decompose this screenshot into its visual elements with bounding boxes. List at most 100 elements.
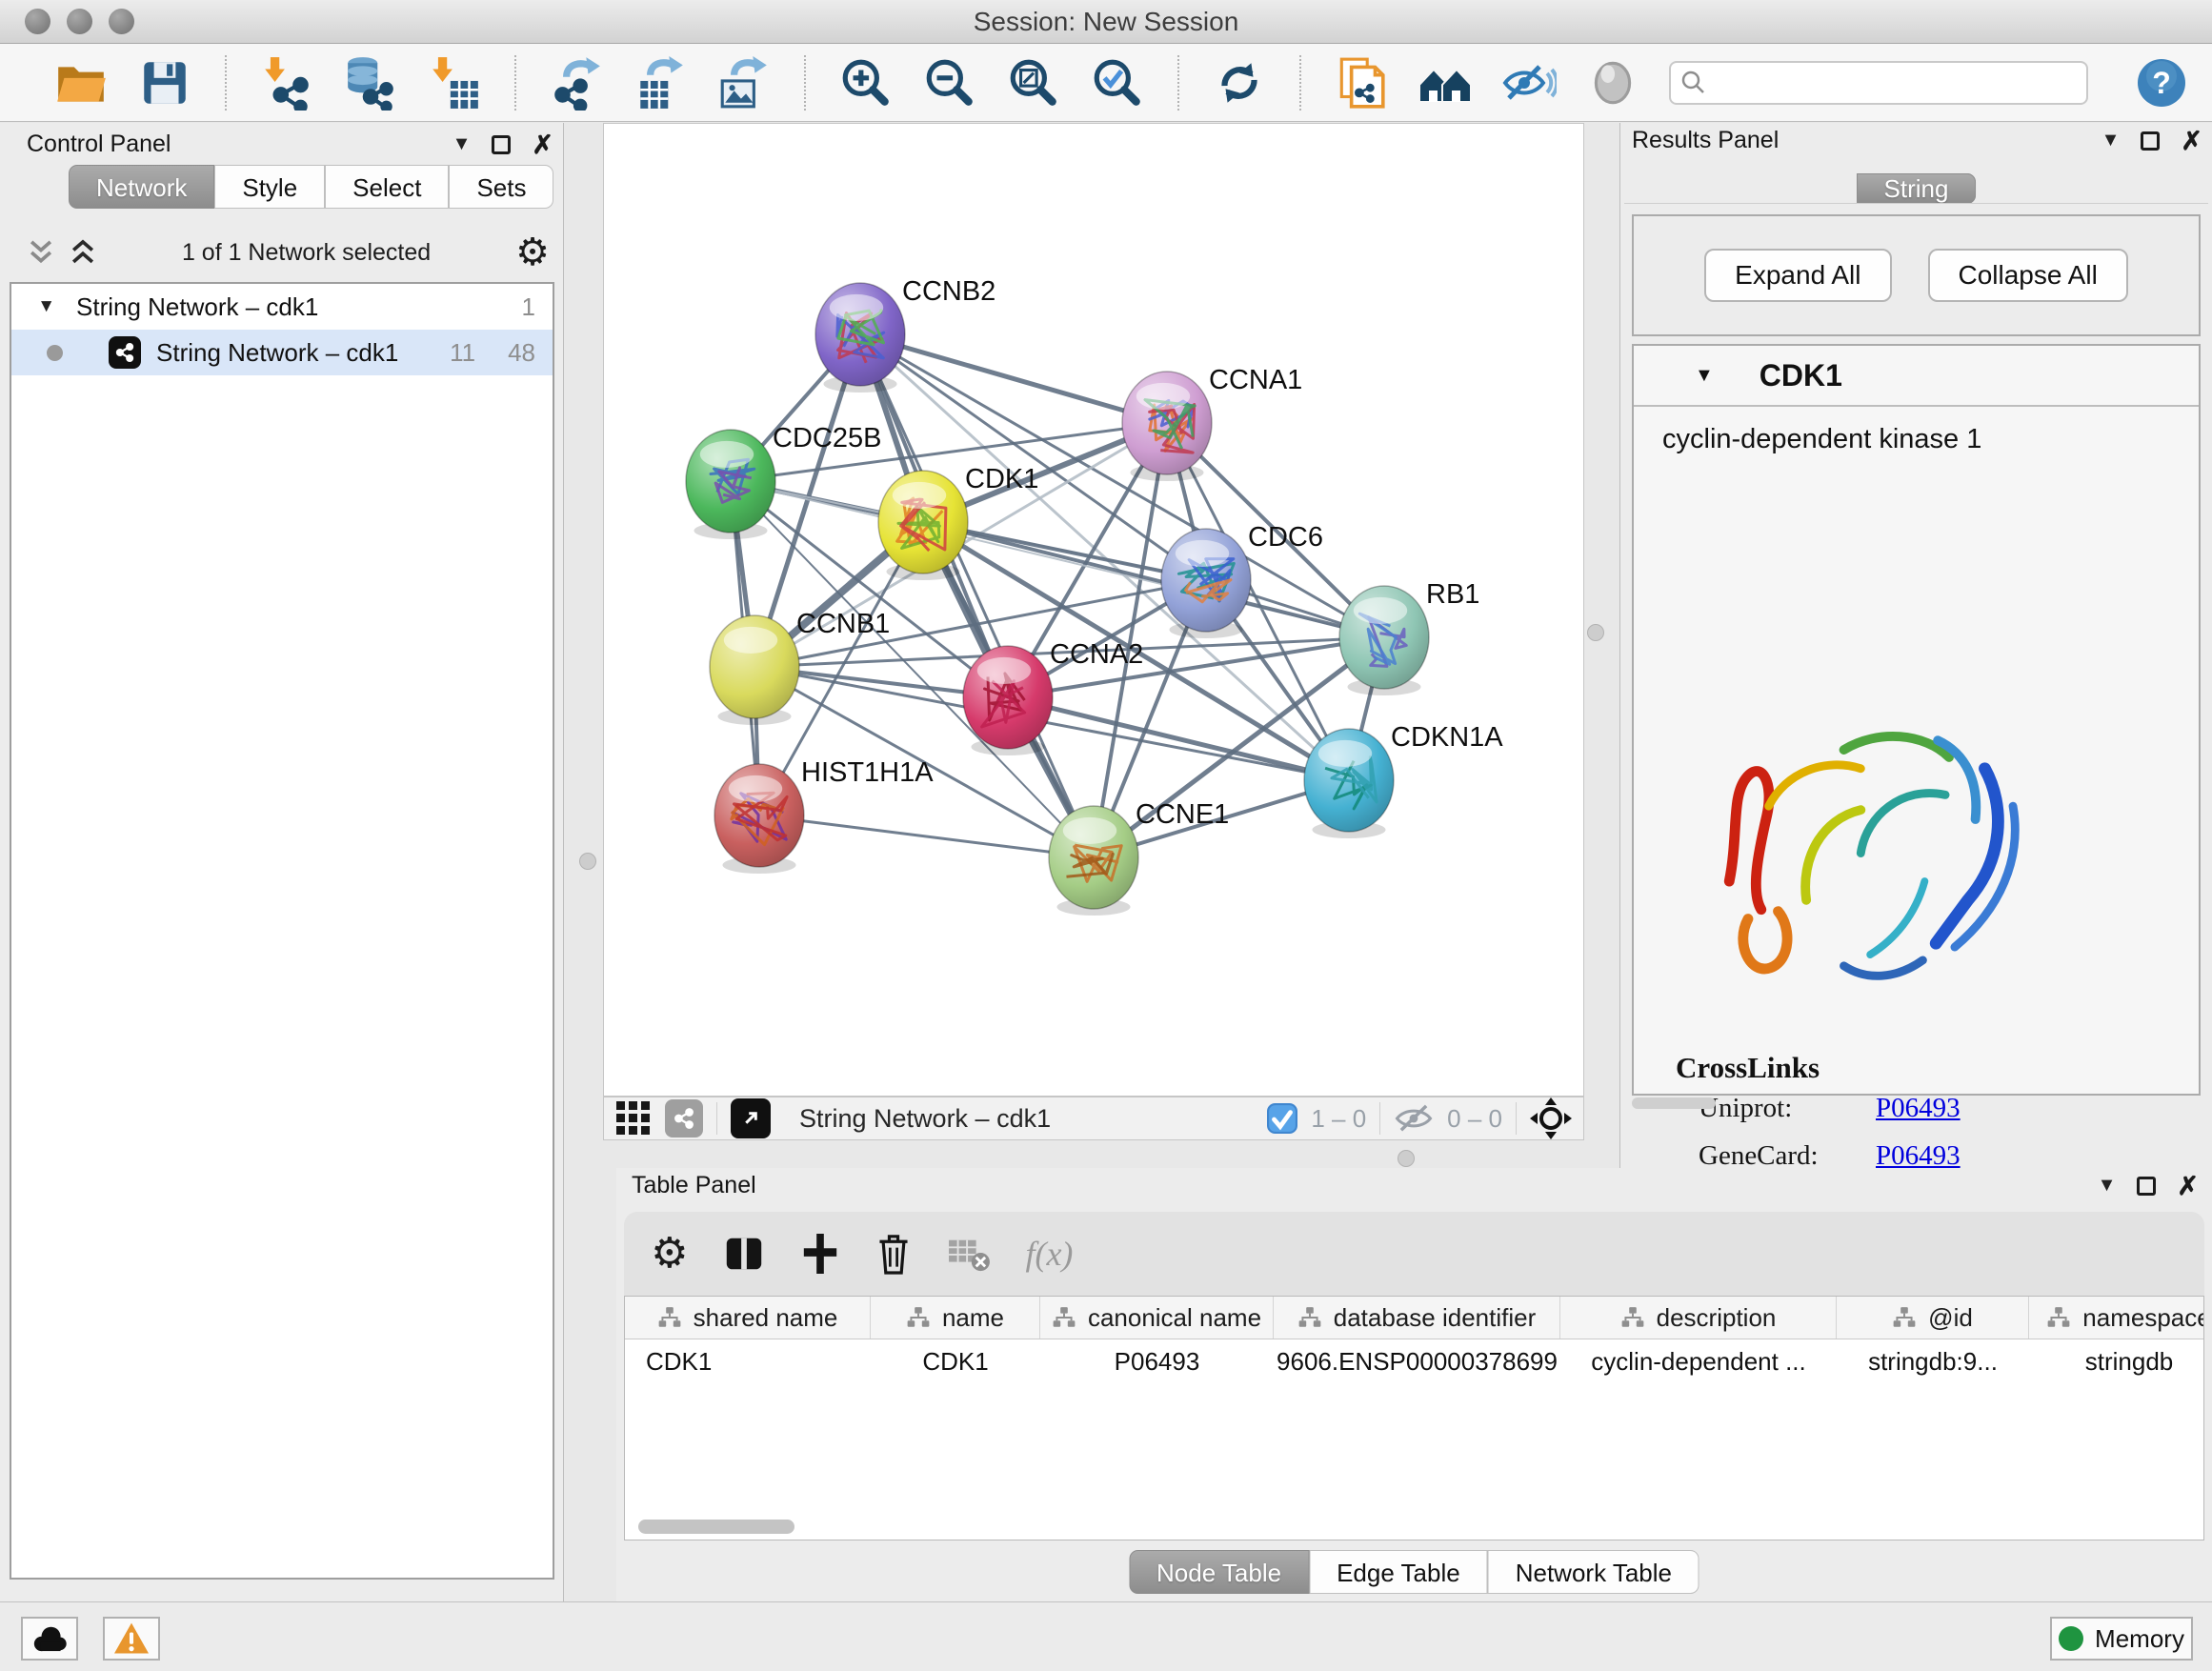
- tab-network-table[interactable]: Network Table: [1488, 1550, 1699, 1594]
- tab-select[interactable]: Select: [325, 165, 449, 209]
- network-canvas[interactable]: CCNB2CCNA1CDC25BCDK1CDC6RB1CCNB1CCNA2CDK…: [603, 123, 1584, 1097]
- node-RB1[interactable]: [1339, 586, 1429, 695]
- table-options-gear-icon[interactable]: ⚙: [651, 1235, 688, 1273]
- table-row[interactable]: CDK1CDK1P064939606.ENSP00000378699cyclin…: [625, 1339, 2203, 1383]
- import-network-from-file-button[interactable]: [259, 55, 314, 111]
- tab-sets[interactable]: Sets: [449, 165, 553, 209]
- table-cell[interactable]: P06493: [1040, 1339, 1274, 1383]
- column-header-namespace[interactable]: namespace: [2029, 1297, 2204, 1339]
- render-mode-button[interactable]: [1585, 55, 1640, 111]
- apply-preferred-layout-button[interactable]: [1212, 55, 1267, 111]
- bottom-splitter-handle[interactable]: [1398, 1150, 1415, 1167]
- left-splitter-handle[interactable]: [579, 853, 596, 870]
- node-CCNB2[interactable]: [815, 283, 905, 393]
- zoom-fit-content-button[interactable]: [1006, 55, 1061, 111]
- tab-node-table[interactable]: Node Table: [1129, 1550, 1309, 1594]
- node-CCNA1[interactable]: [1122, 372, 1212, 481]
- collapse-all-icon[interactable]: [27, 237, 55, 268]
- show-columns-icon[interactable]: [722, 1232, 766, 1276]
- column-header--id[interactable]: @id: [1837, 1297, 2029, 1339]
- delete-column-icon[interactable]: [875, 1231, 913, 1277]
- expand-all-button[interactable]: Expand All: [1704, 249, 1891, 302]
- results-scrollbar-thumb[interactable]: [1632, 1097, 1716, 1109]
- network-row-selected[interactable]: String Network – cdk1 11 48: [11, 330, 553, 375]
- export-table-button[interactable]: [633, 55, 688, 111]
- hidden-eye-icon[interactable]: [1394, 1103, 1434, 1134]
- cloud-status-button[interactable]: [21, 1617, 78, 1661]
- zoom-in-button[interactable]: [838, 55, 894, 111]
- network-collection-row[interactable]: ▼ String Network – cdk1 1: [11, 284, 553, 330]
- export-network-button[interactable]: [549, 55, 604, 111]
- string-view-icon[interactable]: [665, 1099, 703, 1137]
- main-toolbar: ?: [0, 44, 2212, 122]
- edge-HIST1H1A-CCNE1[interactable]: [759, 815, 1094, 857]
- node-CCNA2[interactable]: [963, 646, 1053, 755]
- open-session-button[interactable]: [53, 55, 109, 111]
- first-steps-guide-button[interactable]: [1334, 55, 1389, 111]
- column-header-description[interactable]: description: [1560, 1297, 1837, 1339]
- column-header-canonical-name[interactable]: canonical name: [1040, 1297, 1274, 1339]
- grid-view-icon[interactable]: [615, 1100, 652, 1137]
- zoom-out-button[interactable]: [922, 55, 977, 111]
- expand-all-icon[interactable]: [69, 237, 97, 268]
- detach-view-button[interactable]: [731, 1098, 771, 1138]
- column-header-name[interactable]: name: [871, 1297, 1040, 1339]
- table-cell[interactable]: stringdb: [2029, 1339, 2204, 1383]
- node-CCNB1[interactable]: [710, 615, 799, 725]
- entry-expand-icon[interactable]: ▼: [1695, 365, 1714, 387]
- node-CCNE1[interactable]: [1049, 806, 1138, 916]
- tab-style[interactable]: Style: [214, 165, 325, 209]
- tab-edge-table[interactable]: Edge Table: [1309, 1550, 1488, 1594]
- toolbar-search-field[interactable]: [1669, 61, 2088, 105]
- tab-network[interactable]: Network: [69, 165, 214, 209]
- birds-eye-view-icon[interactable]: [1530, 1097, 1572, 1139]
- float-panel-icon[interactable]: [2137, 1177, 2156, 1196]
- show-hide-graphics-details-button[interactable]: [1501, 55, 1557, 111]
- table-hscrollbar-thumb[interactable]: [638, 1520, 794, 1534]
- column-header-database-identifier[interactable]: database identifier: [1274, 1297, 1560, 1339]
- function-builder-icon[interactable]: f(x): [1025, 1234, 1073, 1274]
- node-HIST1H1A[interactable]: [714, 764, 804, 874]
- network-options-gear-icon[interactable]: ⚙: [515, 233, 550, 272]
- open-home-pages-button[interactable]: [1418, 55, 1473, 111]
- edge-CCNB2-CCNA1[interactable]: [860, 334, 1167, 423]
- collection-expand-icon[interactable]: ▼: [11, 296, 55, 317]
- search-input[interactable]: [1715, 67, 2077, 98]
- export-image-button[interactable]: [716, 55, 772, 111]
- table-cell[interactable]: CDK1: [625, 1339, 871, 1383]
- tab-string[interactable]: String: [1857, 173, 1977, 204]
- float-panel-icon[interactable]: [2141, 131, 2160, 151]
- table-cell[interactable]: cyclin-dependent ...: [1560, 1339, 1837, 1383]
- panel-menu-icon[interactable]: ▼: [2098, 1175, 2117, 1197]
- table-cell[interactable]: stringdb:9...: [1837, 1339, 2029, 1383]
- table-cell[interactable]: CDK1: [871, 1339, 1040, 1383]
- window-titlebar: Session: New Session: [0, 0, 2212, 44]
- close-panel-icon[interactable]: ✗: [2181, 131, 2202, 151]
- float-panel-icon[interactable]: [492, 135, 511, 154]
- add-column-icon[interactable]: [800, 1232, 840, 1276]
- node-CDKN1A[interactable]: [1304, 729, 1394, 838]
- column-header-shared-name[interactable]: shared name: [625, 1297, 871, 1339]
- panel-menu-icon[interactable]: ▼: [2101, 130, 2121, 151]
- import-network-from-database-button[interactable]: [343, 55, 398, 111]
- memory-status-button[interactable]: Memory: [2050, 1617, 2193, 1661]
- right-splitter-handle[interactable]: [1587, 624, 1604, 641]
- selected-checkbox-icon[interactable]: [1267, 1103, 1297, 1134]
- zoom-selected-button[interactable]: [1090, 55, 1145, 111]
- collapse-all-button[interactable]: Collapse All: [1928, 249, 2128, 302]
- panel-menu-icon[interactable]: ▼: [452, 133, 472, 155]
- warning-status-button[interactable]: [103, 1617, 160, 1661]
- import-table-from-file-button[interactable]: [427, 55, 482, 111]
- crosslink-link[interactable]: P06493: [1876, 1093, 1961, 1124]
- table-cell[interactable]: 9606.ENSP00000378699: [1274, 1339, 1560, 1383]
- svg-text:?: ?: [2152, 66, 2171, 100]
- delete-table-icon[interactable]: [947, 1235, 991, 1273]
- network-graph[interactable]: CCNB2CCNA1CDC25BCDK1CDC6RB1CCNB1CCNA2CDK…: [604, 124, 1583, 1096]
- close-panel-icon[interactable]: ✗: [532, 135, 553, 154]
- node-table[interactable]: shared namenamecanonical namedatabase id…: [624, 1296, 2204, 1540]
- save-session-button[interactable]: [137, 55, 192, 111]
- close-panel-icon[interactable]: ✗: [2177, 1177, 2199, 1196]
- help-button[interactable]: ?: [2134, 55, 2189, 111]
- node-details-header[interactable]: ▼ CDK1: [1634, 346, 2199, 407]
- node-CDC25B[interactable]: [686, 430, 775, 539]
